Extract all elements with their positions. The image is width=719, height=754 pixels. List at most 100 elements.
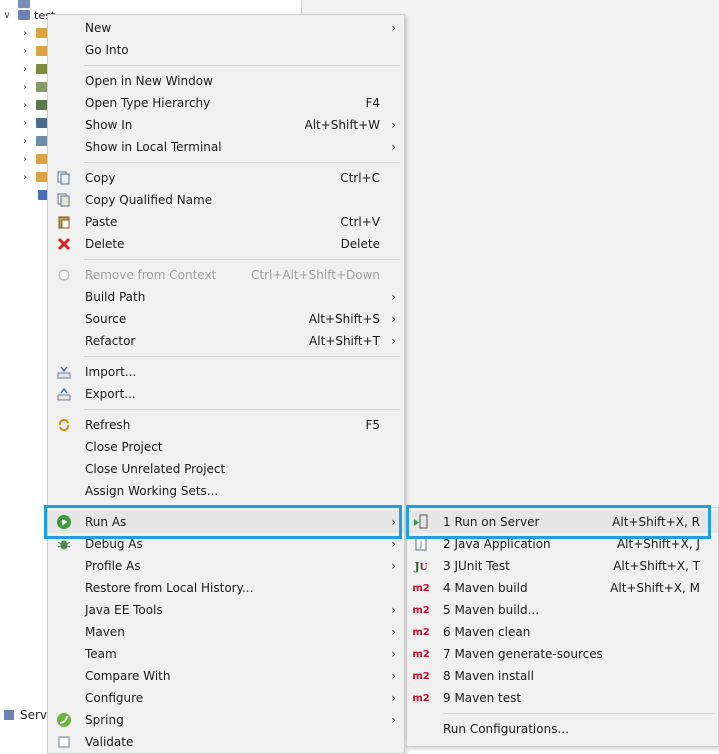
menu-item-label: Compare With	[85, 669, 171, 683]
tree-row-child[interactable]: ›	[18, 96, 48, 114]
menu-item-configure[interactable]: Configure ›	[48, 687, 404, 709]
menu-item-maven[interactable]: Maven ›	[48, 621, 404, 643]
submenu-item-icon-slot: m2	[412, 580, 429, 596]
menu-item-refresh[interactable]: Refresh F5	[48, 414, 404, 436]
menu-item-validate[interactable]: Validate	[48, 731, 404, 753]
menu-item-import[interactable]: Import...	[48, 361, 404, 383]
menu-item-new[interactable]: New ›	[48, 17, 404, 39]
menu-item-show-in-local-terminal[interactable]: Show in Local Terminal ›	[48, 136, 404, 158]
menu-item-profile-as[interactable]: Profile As ›	[48, 555, 404, 577]
menu-separator	[48, 255, 404, 264]
spring-icon	[56, 712, 72, 728]
submenu-item-shortcut: Alt+Shift+X, R	[612, 515, 700, 529]
submenu-item-shortcut: Alt+Shift+X, M	[610, 581, 700, 595]
menu-item-assign-working-sets[interactable]: Assign Working Sets...	[48, 480, 404, 502]
tree-row-child[interactable]: ›	[18, 78, 48, 96]
submenu-item-run-configurations[interactable]: Run Configurations...	[407, 718, 718, 740]
menu-item-icon-slot	[56, 73, 72, 89]
menu-item-copy-qualified-name[interactable]: Copy Qualified Name	[48, 189, 404, 211]
chevron-down-icon[interactable]: ∨	[0, 10, 14, 21]
menu-item-shortcut: Delete	[340, 237, 380, 251]
menu-item-compare-with[interactable]: Compare With ›	[48, 665, 404, 687]
submenu-item-9-maven-test[interactable]: m2 9 Maven test	[407, 687, 718, 709]
menu-item-spring[interactable]: Spring ›	[48, 709, 404, 731]
menu-item-icon-slot	[56, 236, 72, 252]
menu-item-open-type-hierarchy[interactable]: Open Type Hierarchy F4	[48, 92, 404, 114]
servers-tab[interactable]: Serv	[4, 708, 47, 722]
menu-item-show-in[interactable]: Show In Alt+Shift+W ›	[48, 114, 404, 136]
submenu-item-6-maven-clean[interactable]: m2 6 Maven clean	[407, 621, 718, 643]
menu-item-label: Delete	[85, 237, 125, 251]
submenu-item-4-maven-build[interactable]: m2 4 Maven build Alt+Shift+X, M	[407, 577, 718, 599]
tree-row-child[interactable]: ›	[18, 168, 48, 186]
chevron-right-icon: ›	[391, 118, 396, 132]
submenu-item-icon-slot: m2	[412, 690, 430, 706]
chevron-right-icon[interactable]: ›	[18, 136, 32, 147]
menu-item-shortcut: Ctrl+C	[340, 171, 380, 185]
menu-item-source[interactable]: Source Alt+Shift+S ›	[48, 308, 404, 330]
tree-row-child[interactable]: ›	[18, 24, 48, 42]
menu-item-shortcut: F5	[365, 418, 380, 432]
tree-row-child[interactable]: ›	[18, 132, 48, 150]
menu-item-restore-from-local-history[interactable]: Restore from Local History...	[48, 577, 404, 599]
tree-row-child[interactable]: ›	[18, 150, 48, 168]
run-as-submenu: 1 Run on Server Alt+Shift+X, R J 2 Java App…	[406, 507, 719, 747]
menu-item-team[interactable]: Team ›	[48, 643, 404, 665]
chevron-right-icon: ›	[391, 647, 396, 661]
menu-item-copy[interactable]: Copy Ctrl+C	[48, 167, 404, 189]
submenu-item-3-junit-test[interactable]: JU 3 JUnit Test Alt+Shift+X, T	[407, 555, 718, 577]
submenu-item-7-maven-generate-sources[interactable]: m2 7 Maven generate-sources	[407, 643, 718, 665]
tree-row-child[interactable]: ›	[18, 42, 48, 60]
chevron-right-icon[interactable]: ›	[18, 172, 32, 183]
chevron-right-icon: ›	[391, 713, 396, 727]
maven-icon: m2	[412, 604, 430, 616]
submenu-item-label: 6 Maven clean	[443, 625, 531, 639]
chevron-right-icon: ›	[391, 334, 396, 348]
menu-item-run-as[interactable]: Run As ›	[48, 511, 404, 533]
menu-item-delete[interactable]: Delete Delete	[48, 233, 404, 255]
menu-item-export[interactable]: Export...	[48, 383, 404, 405]
menu-item-icon-slot	[56, 214, 72, 230]
menu-item-close-project[interactable]: Close Project	[48, 436, 404, 458]
menu-item-icon-slot	[56, 580, 72, 596]
menu-item-label: Copy	[85, 171, 116, 185]
submenu-item-2-java-application[interactable]: J 2 Java Application Alt+Shift+X, J	[407, 533, 718, 555]
submenu-item-5-maven-build[interactable]: m2 5 Maven build...	[407, 599, 718, 621]
chevron-right-icon: ›	[391, 21, 396, 35]
menu-item-refactor[interactable]: Refactor Alt+Shift+T ›	[48, 330, 404, 352]
tree-row-child[interactable]: ›	[18, 60, 48, 78]
maven-icon: m2	[412, 626, 430, 638]
menu-item-close-unrelated-project[interactable]: Close Unrelated Project	[48, 458, 404, 480]
chevron-right-icon[interactable]: ›	[18, 82, 32, 93]
chevron-right-icon[interactable]: ›	[18, 28, 32, 39]
chevron-right-icon[interactable]: ›	[18, 64, 32, 75]
menu-item-label: Open Type Hierarchy	[85, 96, 211, 110]
maven-icon: m2	[412, 692, 430, 704]
submenu-item-icon-slot	[413, 721, 429, 737]
menu-item-go-into[interactable]: Go Into	[48, 39, 404, 61]
import-icon	[57, 365, 71, 379]
menu-item-label: Run As	[85, 515, 127, 529]
submenu-item-icon-slot	[413, 514, 429, 530]
chevron-right-icon[interactable]: ›	[18, 100, 32, 111]
menu-item-icon-slot	[56, 170, 72, 186]
menu-item-build-path[interactable]: Build Path ›	[48, 286, 404, 308]
submenu-item-1-run-on-server[interactable]: 1 Run on Server Alt+Shift+X, R	[407, 511, 718, 533]
servers-icon	[4, 710, 14, 720]
submenu-item-8-maven-install[interactable]: m2 8 Maven install	[407, 665, 718, 687]
menu-item-label: Maven	[85, 625, 125, 639]
junit-icon: JU	[414, 559, 428, 573]
menu-item-icon-slot	[56, 117, 72, 133]
menu-item-debug-as[interactable]: Debug As ›	[48, 533, 404, 555]
menu-item-java-ee-tools[interactable]: Java EE Tools ›	[48, 599, 404, 621]
chevron-right-icon[interactable]: ›	[18, 118, 32, 129]
submenu-item-icon-slot: JU	[413, 558, 429, 574]
menu-item-label: Remove from Context	[85, 268, 217, 282]
menu-item-label: Import...	[85, 365, 137, 379]
chevron-right-icon[interactable]: ›	[18, 46, 32, 57]
tree-row-child[interactable]: ›	[18, 114, 48, 132]
menu-item-open-in-new-window[interactable]: Open in New Window	[48, 70, 404, 92]
chevron-right-icon[interactable]: ›	[18, 154, 32, 165]
menu-item-paste[interactable]: Paste Ctrl+V	[48, 211, 404, 233]
submenu-item-shortcut: Alt+Shift+X, T	[613, 559, 700, 573]
